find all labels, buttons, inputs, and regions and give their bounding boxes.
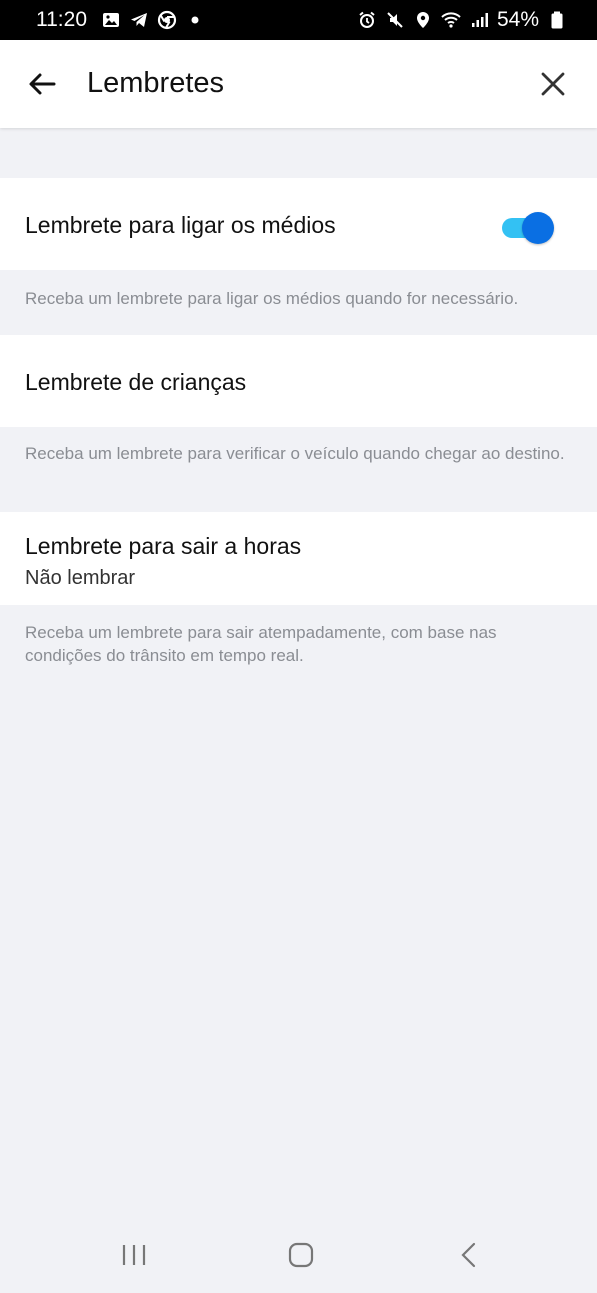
setting-title: Lembrete para sair a horas: [25, 533, 302, 559]
page-title: Lembretes: [87, 67, 225, 99]
setting-value: Não lembrar: [25, 567, 136, 589]
battery-level: 54%: [496, 8, 539, 31]
status-bar-right: 54%: [357, 8, 567, 32]
setting-leave-on-time-reminder[interactable]: Lembrete para sair a horas Não lembrar: [0, 512, 597, 605]
back-arrow-icon: [29, 73, 56, 95]
location-icon: [413, 10, 433, 30]
telegram-icon: [129, 10, 149, 30]
back-button[interactable]: [24, 66, 60, 102]
setting-title: Lembrete para ligar os médios: [25, 212, 336, 238]
close-icon: [541, 72, 565, 96]
setting-title: Lembrete de crianças: [25, 369, 247, 395]
system-nav-bar: [0, 1216, 597, 1293]
headlights-reminder-toggle[interactable]: [502, 212, 554, 244]
wifi-icon: [441, 10, 461, 30]
status-bar: 11:20 54%: [0, 0, 597, 40]
recent-apps-button[interactable]: [114, 1240, 154, 1270]
signal-icon: [469, 10, 489, 30]
status-time: 11:20: [36, 8, 87, 31]
system-back-button[interactable]: [449, 1240, 489, 1270]
setting-headlights-reminder[interactable]: Lembrete para ligar os médios: [0, 178, 597, 270]
back-icon: [461, 1242, 476, 1268]
home-icon: [288, 1242, 314, 1268]
setting-child-reminder[interactable]: Lembrete de crianças: [0, 335, 597, 427]
recent-apps-icon: [122, 1245, 146, 1265]
chrome-icon: [157, 10, 177, 30]
setting-description: Receba um lembrete para sair atempadamen…: [25, 623, 497, 665]
toggle-knob: [522, 212, 554, 244]
home-button[interactable]: [281, 1240, 321, 1270]
gallery-icon: [101, 10, 121, 30]
mute-icon: [385, 10, 405, 30]
setting-description: Receba um lembrete para ligar os médios …: [25, 289, 519, 308]
status-bar-left: 11:20: [36, 8, 205, 32]
dot-icon: [185, 10, 205, 30]
alarm-icon: [357, 10, 377, 30]
app-header: Lembretes: [0, 40, 597, 128]
setting-description: Receba um lembrete para verificar o veíc…: [25, 444, 565, 463]
battery-icon: [547, 10, 567, 30]
close-button[interactable]: [537, 68, 569, 100]
